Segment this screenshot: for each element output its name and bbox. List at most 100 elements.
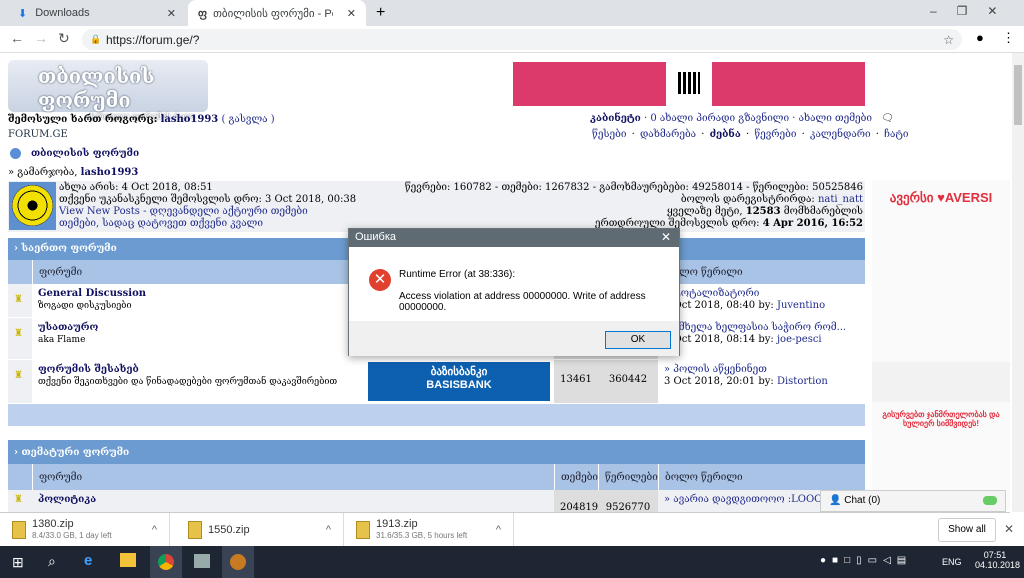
download-item[interactable]: 1380.zip 8.4/33.0 GB, 1 day left ^ <box>0 513 170 547</box>
nav-cabinet[interactable]: კაბინეტი <box>590 113 641 124</box>
zip-file-icon <box>188 521 202 539</box>
forward-icon[interactable]: → <box>34 30 48 46</box>
last-post-link[interactable]: » ამხელა ხელფასია საჭირო რომ... <box>664 322 846 333</box>
ok-button[interactable]: OK <box>605 331 671 349</box>
last-post-link[interactable]: » ავარია დავდგითოოო :LOOOOL: <box>664 494 841 505</box>
forum-breadcrumb[interactable]: თბილისის ფორუმი <box>10 148 139 159</box>
forum-link[interactable]: ფორუმის შესახებ <box>38 364 139 375</box>
my-topics-link[interactable]: თემები, სადაც დატოვეთ თქვენი კვალი <box>59 218 356 230</box>
dialog-titlebar: Ошибка ✕ <box>349 229 679 247</box>
close-tab-icon[interactable]: ✕ <box>167 7 176 20</box>
username-link[interactable]: lasho1993 <box>161 114 219 125</box>
lock-icon: 🔒 <box>90 34 102 44</box>
download-icon: ⬇ <box>18 7 28 20</box>
download-item[interactable]: 1913.zip 31.6/35.3 GB, 5 hours left ^ <box>344 513 514 547</box>
nav-new-topics[interactable]: · ახალი თემები <box>792 113 872 124</box>
tab-strip: ⬇Downloads✕ ფთბილისის ფორუმი - Powere✕ +… <box>0 0 1024 26</box>
top-ad-banner[interactable] <box>513 62 865 106</box>
error-dialog: Ошибка ✕ ✕ Runtime Error (at 38:336): Acc… <box>348 228 680 356</box>
logout-link[interactable]: ( გასვლა ) <box>221 114 274 125</box>
zip-file-icon <box>356 521 370 539</box>
tab-forum[interactable]: ფთბილისის ფორუმი - Powere✕ <box>188 0 366 26</box>
edge-icon[interactable]: e <box>84 552 92 569</box>
last-poster-link[interactable]: joe-pesci <box>777 334 822 345</box>
chat-bubble-icon[interactable]: 🗨 <box>881 113 894 124</box>
forum-status-icon: ♜ <box>14 494 23 505</box>
site-link[interactable]: FORUM.GE <box>8 129 68 140</box>
zip-file-icon <box>12 521 26 539</box>
view-new-posts-link[interactable]: View New Posts - დღევანდელი აქტიური თემე… <box>59 206 356 218</box>
error-icon: ✕ <box>369 269 391 291</box>
chevron-up-icon[interactable]: ^ <box>326 524 331 536</box>
profile-icon[interactable]: ● <box>976 30 984 45</box>
section-thematic: › თემატური ფორუმი ფორუმი თემები წერილები… <box>8 440 865 512</box>
address-bar-row: ← → ↻ 🔒 https://forum.ge/? ☆ ● ⋮ <box>0 26 1024 53</box>
user-line: შემოსული ხართ როგორც: lasho1993 ( გასვლა… <box>8 114 275 125</box>
forum-logo[interactable]: თბილისის ფორუმი ქართული ფორუმის ძალა <box>8 60 208 121</box>
nav-rules[interactable]: წესები <box>592 129 626 140</box>
ad-image <box>872 362 1010 402</box>
page-scrollbar[interactable] <box>1012 53 1024 512</box>
forum-status-icon: ♜ <box>14 370 23 381</box>
dialog-button-area: OK <box>349 321 679 356</box>
qr-code-icon <box>666 62 712 106</box>
back-icon[interactable]: ← <box>10 30 24 46</box>
menu-icon[interactable]: ⋮ <box>1002 30 1015 46</box>
column-header: ფორუმი თემები წერილები ბოლო წერილი <box>8 464 865 490</box>
dialog-close-button[interactable]: ✕ <box>661 230 671 244</box>
aversi-ad[interactable]: ავერსი ♥AVERSI გისურვებთ ჯანმრთელობას და… <box>872 180 1010 510</box>
clock[interactable]: 07:51 04.10.2018 <box>975 550 1020 570</box>
last-registered-link[interactable]: nati_natt <box>818 194 863 205</box>
close-downloads-icon[interactable]: ✕ <box>1004 522 1014 536</box>
toggle-icon[interactable] <box>983 496 997 505</box>
section-title[interactable]: › თემატური ფორუმი <box>8 440 865 464</box>
heart-icon: ♥ <box>937 190 945 205</box>
windows-start-icon[interactable]: ⊞ <box>12 554 24 571</box>
basisbank-ad[interactable]: ბაზისბანკი BASISBANK <box>368 362 550 401</box>
nav-messages[interactable]: · 0 ახალი პირადი გზავნილი <box>644 113 789 124</box>
top-nav-1: კაბინეტი · 0 ახალი პირადი გზავნილი · ახა… <box>590 113 894 124</box>
forum-home-icon <box>10 148 21 159</box>
nav-chat[interactable]: ჩატი <box>884 129 908 140</box>
info-box: ახლა არის: 4 Oct 2018, 08:51 თქვენი უკან… <box>8 181 865 232</box>
downloads-bar: 1380.zip 8.4/33.0 GB, 1 day left ^ 1550.zip… <box>0 512 1014 547</box>
forum-status-icon: ♜ <box>14 328 23 339</box>
section-footer <box>8 404 865 426</box>
url-input[interactable]: 🔒 https://forum.ge/? ☆ <box>82 29 962 50</box>
window-controls[interactable]: –❐✕ <box>930 4 1018 18</box>
forum-row[interactable]: ♜ ფორუმის შესახებ თქვენი შეკითხვები და წინ… <box>8 360 865 404</box>
app-icon[interactable] <box>194 554 210 568</box>
forum-status-icon: ♜ <box>14 294 23 305</box>
chevron-up-icon[interactable]: ^ <box>496 524 501 536</box>
favicon-icon: ფ <box>198 7 208 20</box>
nav-search[interactable]: ძებნა <box>710 129 741 140</box>
chrome-icon[interactable] <box>150 546 182 578</box>
tab-downloads[interactable]: ⬇ Downloads ✕ <box>8 0 186 26</box>
new-tab-button[interactable]: + <box>376 4 385 22</box>
system-tray-icons[interactable]: ●■□▯▭◁▤ <box>820 555 912 566</box>
forum-link[interactable]: უსათაურო <box>38 322 98 333</box>
nav-calendar[interactable]: კალენდარი <box>810 129 871 140</box>
last-poster-link[interactable]: Juventino <box>777 300 825 311</box>
forum-link[interactable]: General Discussion <box>38 288 146 299</box>
chevron-up-icon[interactable]: ^ <box>152 524 157 536</box>
game-launcher-icon[interactable] <box>222 546 254 578</box>
forum-row[interactable]: ♜ პოლიტიკა 204819 9526770 » ავარია დავდგ… <box>8 490 865 512</box>
close-tab-icon[interactable]: ✕ <box>347 7 356 20</box>
show-all-button[interactable]: Show all <box>938 518 996 542</box>
last-poster-link[interactable]: Distortion <box>777 376 828 387</box>
forum-link[interactable]: პოლიტიკა <box>38 494 96 505</box>
user-icon: 👤 <box>829 495 842 506</box>
chat-widget[interactable]: 👤 Chat (0) <box>820 490 1006 512</box>
nav-members[interactable]: წევრები <box>754 129 796 140</box>
greeting: » გამარჯობა, lasho1993 <box>8 167 139 178</box>
search-icon[interactable]: ⌕ <box>48 553 56 570</box>
download-item[interactable]: 1550.zip ^ <box>176 513 344 547</box>
nav-help[interactable]: დახმარება <box>640 129 696 140</box>
taskbar: ⊞ ⌕ e ●■□▯▭◁▤ ENG 07:51 04.10.2018 <box>0 546 1024 578</box>
reload-icon[interactable]: ↻ <box>58 30 70 47</box>
avatar[interactable] <box>9 182 56 230</box>
last-post-link[interactable]: » პოლის აწყენინეთ <box>664 364 767 375</box>
star-icon[interactable]: ☆ <box>943 33 954 47</box>
file-explorer-icon[interactable] <box>120 553 136 567</box>
